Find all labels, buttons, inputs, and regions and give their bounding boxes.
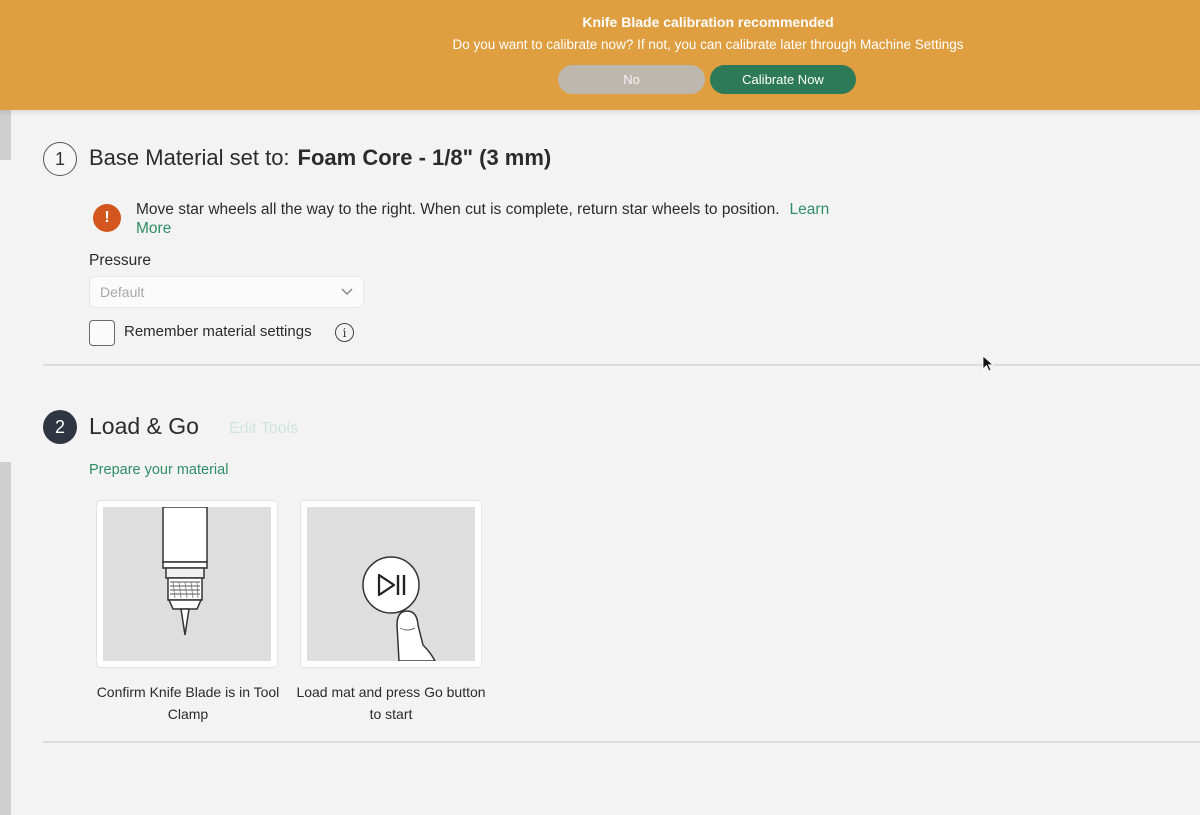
base-material-value[interactable]: Foam Core - 1/8" (3 mm) [298, 145, 552, 170]
calibrate-now-button[interactable]: Calibrate Now [710, 65, 856, 94]
remember-settings-label[interactable]: Remember material settings [124, 323, 312, 340]
prepare-material-label: Prepare your material [89, 462, 229, 478]
mouse-cursor-icon [982, 355, 994, 372]
pressure-label: Pressure [89, 252, 152, 269]
no-button[interactable]: No [558, 65, 705, 94]
scroll-edge-top [0, 110, 11, 160]
knife-blade-card [96, 500, 278, 668]
remember-settings-checkbox[interactable] [89, 320, 115, 346]
go-button-card [300, 500, 482, 668]
warning-text: Move star wheels all the way to the righ… [136, 201, 780, 218]
scroll-edge-bottom [0, 462, 11, 815]
step-1-badge: 1 [43, 142, 77, 176]
pressure-value: Default [100, 284, 145, 300]
knife-blade-caption: Confirm Knife Blade is in Tool Clamp [96, 684, 280, 722]
section-divider-bottom [43, 741, 1200, 743]
banner-title: Knife Blade calibration recommended [582, 14, 834, 30]
pressure-dropdown[interactable]: Default [89, 276, 364, 308]
play-pause-button-icon [362, 556, 436, 661]
calibration-banner: Knife Blade calibration recommended Do y… [0, 0, 1200, 110]
star-wheels-warning: Move star wheels all the way to the righ… [136, 200, 856, 238]
left-edge-strip [0, 110, 11, 815]
chevron-down-icon [341, 288, 353, 296]
base-material-prefix: Base Material set to: [89, 145, 290, 170]
go-button-illustration [307, 507, 475, 661]
load-and-go-heading: Load & Go [89, 413, 199, 439]
go-button-caption: Load mat and press Go button to start [296, 684, 486, 722]
banner-message: Do you want to calibrate now? If not, yo… [452, 37, 964, 52]
section-divider [43, 364, 1200, 366]
warning-icon: ! [93, 204, 121, 232]
edit-tools-link[interactable]: Edit Tools [229, 420, 298, 438]
knife-blade-icon [162, 507, 208, 636]
base-material-heading: Base Material set to: Foam Core - 1/8" (3… [89, 145, 551, 171]
step-2-badge: 2 [43, 410, 77, 444]
info-icon[interactable]: i [335, 323, 354, 342]
knife-blade-illustration [103, 507, 271, 661]
